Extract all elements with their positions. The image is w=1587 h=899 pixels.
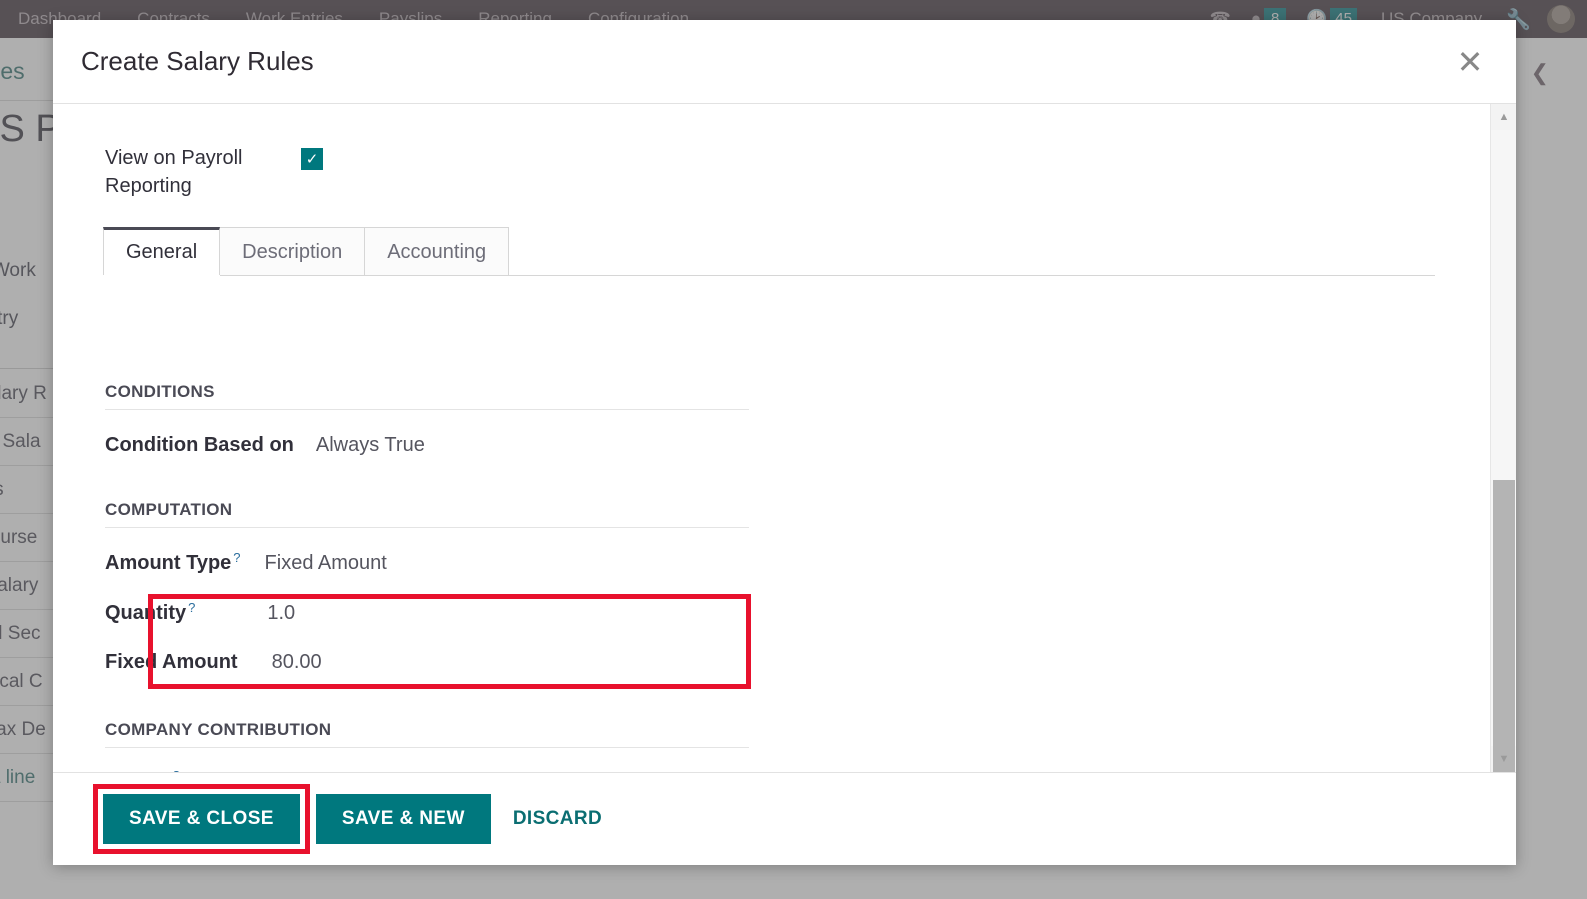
view-on-payroll-reporting-label: View on Payroll Reporting xyxy=(105,147,243,197)
triangle-up-icon[interactable]: ▲ xyxy=(1491,104,1516,130)
dialog-header: Create Salary Rules ✕ xyxy=(53,20,1516,104)
dialog-body: View on Payroll Reporting ✓ General Desc… xyxy=(53,104,1516,772)
help-icon[interactable]: ? xyxy=(233,550,240,565)
condition-based-on-label: Condition Based on xyxy=(105,434,294,456)
section-title-company-contribution: COMPANY CONTRIBUTION xyxy=(105,720,749,748)
scrollbar-track[interactable] xyxy=(1491,130,1516,772)
amount-type-value[interactable]: Fixed Amount xyxy=(265,552,387,575)
discard-button[interactable]: DISCARD xyxy=(491,794,624,844)
amount-type-field: Amount Type ? Fixed Amount xyxy=(105,550,387,575)
tab-general[interactable]: General xyxy=(103,227,221,275)
partner-label: Partner xyxy=(105,770,171,772)
condition-based-on-value[interactable]: Always True xyxy=(316,434,425,457)
tab-bar: General Description Accounting xyxy=(103,226,1435,276)
dialog-title: Create Salary Rules xyxy=(81,46,314,76)
scrollbar-thumb[interactable] xyxy=(1493,480,1515,772)
vertical-scrollbar[interactable]: ▲ ▼ xyxy=(1490,104,1516,772)
tab-description[interactable]: Description xyxy=(219,227,366,275)
check-icon: ✓ xyxy=(305,151,319,168)
tab-panel-general: CONDITIONS Condition Based on Always Tru… xyxy=(53,300,1490,772)
fixed-amount-label: Fixed Amount xyxy=(105,651,238,673)
help-icon[interactable]: ? xyxy=(173,768,180,772)
fixed-amount-field: Fixed Amount 80.00 xyxy=(105,651,322,674)
fixed-amount-value[interactable]: 80.00 xyxy=(272,651,322,674)
save-close-highlight: SAVE & CLOSE xyxy=(93,784,310,854)
create-salary-rules-dialog: Create Salary Rules ✕ View on Payroll Re… xyxy=(53,20,1516,865)
quantity-value[interactable]: 1.0 xyxy=(267,602,295,625)
view-on-payroll-reporting-field: View on Payroll Reporting ✓ xyxy=(105,144,323,200)
section-title-conditions: CONDITIONS xyxy=(105,382,749,410)
tab-accounting[interactable]: Accounting xyxy=(364,227,510,275)
section-title-computation: COMPUTATION xyxy=(105,500,749,528)
close-icon[interactable]: ✕ xyxy=(1450,46,1490,78)
triangle-down-icon[interactable]: ▼ xyxy=(1491,746,1516,772)
quantity-label: Quantity xyxy=(105,602,187,624)
view-on-payroll-reporting-checkbox[interactable]: ✓ xyxy=(301,148,323,170)
quantity-field: Quantity ? 1.0 xyxy=(105,600,295,625)
partner-field: Partner ? xyxy=(105,768,206,772)
save-and-close-button[interactable]: SAVE & CLOSE xyxy=(103,794,300,844)
form-sheet: View on Payroll Reporting ✓ General Desc… xyxy=(53,104,1490,772)
condition-based-on-field: Condition Based on Always True xyxy=(105,434,425,457)
save-and-new-button[interactable]: SAVE & NEW xyxy=(315,794,491,844)
help-icon[interactable]: ? xyxy=(188,600,195,615)
amount-type-label: Amount Type xyxy=(105,552,232,574)
dialog-footer: SAVE & CLOSE SAVE & NEW DISCARD xyxy=(53,772,1516,865)
